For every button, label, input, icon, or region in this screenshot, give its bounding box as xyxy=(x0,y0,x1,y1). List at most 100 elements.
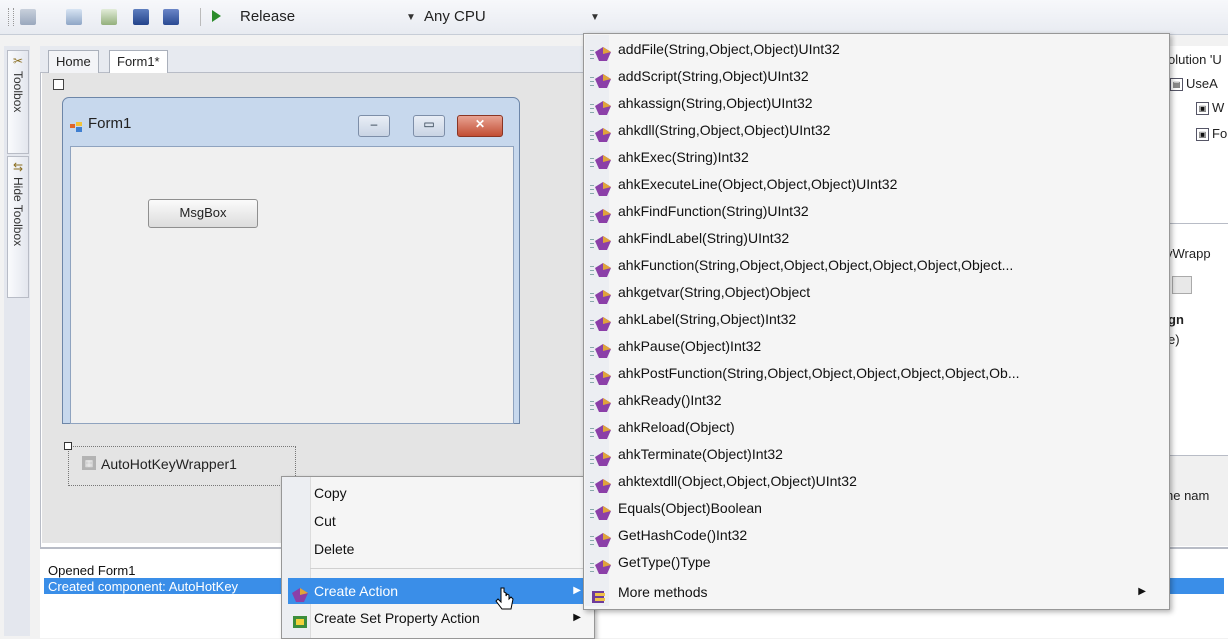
method-icon xyxy=(590,475,614,493)
file-icon: ▣ xyxy=(1196,102,1209,115)
method-item[interactable]: ahkdll(String,Object,Object)UInt32 xyxy=(590,117,1160,144)
toolbar-grip[interactable] xyxy=(8,8,14,26)
method-label: ahkReload(Object) xyxy=(618,419,735,435)
form-icon xyxy=(70,120,82,132)
method-item[interactable]: ahkFindLabel(String)UInt32 xyxy=(590,225,1160,252)
method-label: ahkassign(String,Object)UInt32 xyxy=(618,95,813,111)
mouse-cursor-icon xyxy=(495,586,517,612)
tab-form1[interactable]: Form1* xyxy=(109,50,168,74)
method-item[interactable]: ahkExec(String)Int32 xyxy=(590,144,1160,171)
more-methods-icon xyxy=(590,586,614,603)
method-label: ahkPostFunction(String,Object,Object,Obj… xyxy=(618,365,1020,381)
method-icon xyxy=(590,70,614,88)
configuration-dropdown-arrow[interactable]: ▼ xyxy=(406,12,416,23)
menu-item-create-action[interactable]: Create Action ▶ xyxy=(288,578,591,604)
close-button[interactable]: ✕ xyxy=(457,115,503,137)
method-label: ahkdll(String,Object,Object)UInt32 xyxy=(618,122,831,138)
component-selection-handle[interactable] xyxy=(64,442,72,450)
method-item[interactable]: ahkLabel(String,Object)Int32 xyxy=(590,306,1160,333)
tab-home[interactable]: Home xyxy=(48,50,99,73)
method-item[interactable]: Equals(Object)Boolean xyxy=(590,495,1160,522)
method-label: ahkReady()Int32 xyxy=(618,392,722,408)
method-item[interactable]: GetType()Type xyxy=(590,549,1160,576)
maximize-button[interactable]: ▭ xyxy=(413,115,445,137)
configuration-select[interactable]: Release xyxy=(240,8,295,25)
method-label: ahktextdll(Object,Object,Object)UInt32 xyxy=(618,473,857,489)
close-icon: ✕ xyxy=(474,117,486,131)
method-label: ahkFindFunction(String)UInt32 xyxy=(618,203,809,219)
method-item[interactable]: ahktextdll(Object,Object,Object)UInt32 xyxy=(590,468,1160,495)
submenu-arrow-icon: ▶ xyxy=(573,585,581,596)
method-item[interactable]: ahkReady()Int32 xyxy=(590,387,1160,414)
menu-item-set-property-label: Create Set Property Action xyxy=(314,610,480,626)
start-debug-icon[interactable] xyxy=(212,10,221,22)
method-label: ahkFindLabel(String)UInt32 xyxy=(618,230,790,246)
method-icon xyxy=(590,421,614,439)
menu-item-cut[interactable]: Cut xyxy=(288,508,591,534)
property-category: gn xyxy=(1168,312,1184,327)
save-all-icon[interactable] xyxy=(163,9,179,25)
toolbar xyxy=(0,0,1228,35)
minimize-button[interactable]: – xyxy=(358,115,390,137)
menu-item-copy[interactable]: Copy xyxy=(288,480,591,506)
method-icon xyxy=(590,124,614,142)
method-icon xyxy=(590,448,614,466)
method-icon xyxy=(590,394,614,412)
method-label: ahkPause(Object)Int32 xyxy=(618,338,762,354)
save-icon[interactable] xyxy=(133,9,149,25)
method-item[interactable]: GetHashCode()Int32 xyxy=(590,522,1160,549)
submenu-arrow-icon: ▶ xyxy=(573,612,581,623)
add-item-icon[interactable] xyxy=(66,9,82,25)
open-file-icon[interactable] xyxy=(101,9,117,25)
method-icon xyxy=(590,43,614,61)
method-icon xyxy=(590,313,614,331)
platform-dropdown-arrow[interactable]: ▼ xyxy=(590,12,600,23)
method-label: ahkLabel(String,Object)Int32 xyxy=(618,311,797,327)
method-label: GetType()Type xyxy=(618,554,711,570)
designer-selection-handle[interactable] xyxy=(53,79,64,90)
new-project-icon[interactable] xyxy=(20,9,36,25)
method-icon xyxy=(590,529,614,547)
menu-item-more-methods[interactable]: More methods ▶ xyxy=(590,579,1160,606)
output-line-opened: Opened Form1 xyxy=(48,563,136,578)
method-label: Equals(Object)Boolean xyxy=(618,500,762,516)
properties-object-name[interactable]: yWrapp xyxy=(1166,246,1211,261)
menu-item-delete[interactable]: Delete xyxy=(288,536,591,562)
toolbox-tab[interactable]: ✂ Toolbox xyxy=(7,50,29,154)
method-icon xyxy=(590,367,614,385)
method-item[interactable]: ahkPostFunction(String,Object,Object,Obj… xyxy=(590,360,1160,387)
method-item[interactable]: ahkgetvar(String,Object)Object xyxy=(590,279,1160,306)
toolbox-icon: ✂ xyxy=(12,54,24,68)
msgbox-button[interactable]: MsgBox xyxy=(148,199,258,228)
method-item[interactable]: ahkReload(Object) xyxy=(590,414,1160,441)
method-item[interactable]: ahkExecuteLine(Object,Object,Object)UInt… xyxy=(590,171,1160,198)
method-icon xyxy=(590,556,614,574)
tree-item-2[interactable]: Fo xyxy=(1212,126,1227,141)
method-icon xyxy=(590,259,614,277)
method-item[interactable]: ahkFindFunction(String)UInt32 xyxy=(590,198,1160,225)
tree-item-1[interactable]: W xyxy=(1212,100,1224,115)
method-item[interactable]: ahkTerminate(Object)Int32 xyxy=(590,441,1160,468)
project-node[interactable]: UseA xyxy=(1186,76,1218,91)
method-label: ahkExecuteLine(Object,Object,Object)UInt… xyxy=(618,176,898,192)
more-methods-label: More methods xyxy=(618,584,708,600)
minimize-icon: – xyxy=(370,117,378,131)
toolbox-tab-label: Toolbox xyxy=(11,71,25,113)
method-icon xyxy=(590,232,614,250)
solution-node[interactable]: olution 'U xyxy=(1168,52,1222,67)
hide-toolbox-tab[interactable]: ⇆ Hide Toolbox xyxy=(7,156,29,298)
method-item[interactable]: addFile(String,Object,Object)UInt32 xyxy=(590,36,1160,63)
menu-item-create-set-property-action[interactable]: Create Set Property Action ▶ xyxy=(288,605,591,631)
properties-pages-icon[interactable] xyxy=(1172,276,1192,294)
property-description: he nam xyxy=(1166,488,1210,503)
form-client-area[interactable] xyxy=(70,146,514,424)
form-title: Form1 xyxy=(88,115,132,132)
method-item[interactable]: ahkPause(Object)Int32 xyxy=(590,333,1160,360)
platform-select[interactable]: Any CPU xyxy=(424,8,486,25)
method-item[interactable]: ahkassign(String,Object)UInt32 xyxy=(590,90,1160,117)
method-item[interactable]: addScript(String,Object)UInt32 xyxy=(590,63,1160,90)
method-label: addFile(String,Object,Object)UInt32 xyxy=(618,41,840,57)
method-item[interactable]: ahkFunction(String,Object,Object,Object,… xyxy=(590,252,1160,279)
form-file-icon: ▣ xyxy=(1196,128,1209,141)
menu-item-copy-label: Copy xyxy=(314,485,347,501)
